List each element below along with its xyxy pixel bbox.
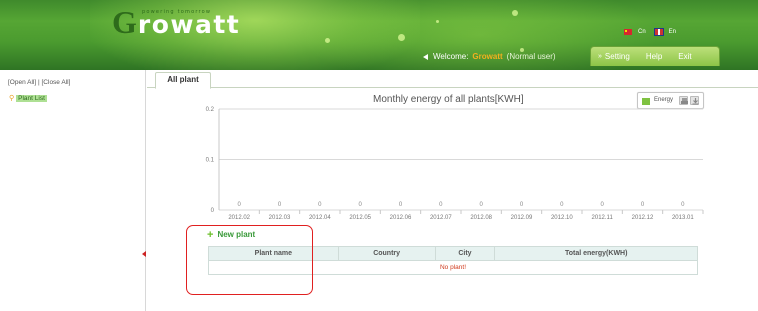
tree-controls: [Open All] | [Close All]	[8, 79, 70, 86]
data-label: 0	[681, 202, 685, 208]
column-total-energy[interactable]: Total energy(KWH)	[494, 246, 698, 261]
tab-all-plant[interactable]: All plant	[155, 72, 211, 89]
x-tick-label: 2012.09	[511, 215, 533, 221]
y-tick-label: 0.1	[206, 158, 215, 164]
setting-link[interactable]: Setting	[605, 52, 630, 61]
sparkle-dot	[398, 34, 405, 41]
china-flag-icon[interactable]	[624, 29, 632, 35]
data-label: 0	[641, 202, 645, 208]
data-label: 0	[358, 202, 362, 208]
data-label: 0	[237, 202, 241, 208]
welcome-label: Welcome:	[433, 52, 469, 61]
lang-en-label[interactable]: En	[669, 29, 676, 35]
sidebar: [Open All] | [Close All] ⚲ Plant List	[0, 70, 146, 311]
logo-tagline: powering tomorrow	[142, 9, 212, 15]
column-country[interactable]: Country	[337, 246, 436, 261]
x-tick-label: 2012.04	[309, 215, 331, 221]
data-label: 0	[600, 202, 604, 208]
exit-link[interactable]: Exit	[678, 52, 691, 61]
data-label: 0	[560, 202, 564, 208]
y-tick-label: 0.2	[206, 107, 215, 113]
open-all-link[interactable]: [Open All]	[8, 79, 36, 86]
sparkle-dot	[436, 20, 439, 23]
tree-node-icon: ⚲	[9, 95, 15, 102]
sparkle-dot	[512, 10, 518, 16]
y-tick-label: 0	[211, 208, 215, 214]
x-tick-label: 2012.11	[592, 215, 614, 221]
data-label: 0	[520, 202, 524, 208]
top-nav: » Setting Help Exit	[590, 46, 720, 66]
growatt-logo[interactable]: powering tomorrow Growatt	[112, 6, 240, 41]
language-switcher: Cn En	[624, 28, 679, 36]
column-city[interactable]: City	[434, 246, 496, 261]
data-label: 0	[439, 202, 443, 208]
header-banner: powering tomorrow Growatt Cn En Welcome:…	[0, 0, 758, 70]
x-tick-label: 2012.05	[349, 215, 371, 221]
speaker-icon	[423, 53, 428, 60]
welcome-bar: Welcome: Growatt (Normal user)	[423, 52, 556, 61]
chart-title: Monthly energy of all plants[KWH]	[373, 94, 524, 105]
x-tick-label: 2013.01	[672, 215, 694, 221]
x-tick-label: 2012.12	[632, 215, 654, 221]
x-tick-label: 2012.02	[228, 215, 250, 221]
lang-cn-label[interactable]: Cn	[638, 29, 646, 35]
uk-flag-icon[interactable]	[653, 28, 664, 36]
x-tick-label: 2012.06	[390, 215, 412, 221]
annotation-highlight-box	[186, 225, 313, 295]
sparkle-dot	[325, 38, 330, 43]
help-link[interactable]: Help	[646, 52, 662, 61]
x-tick-label: 2012.08	[470, 215, 492, 221]
energy-chart: 0 0.1 0.2 0 2012.02 0 2012.03 0 2012.04 0 2012.05 0…	[206, 107, 704, 221]
sidebar-item-plant-list[interactable]: ⚲ Plant List	[9, 94, 47, 102]
data-label: 0	[479, 202, 483, 208]
welcome-username: Growatt	[472, 52, 503, 61]
x-tick-label: 2012.10	[551, 215, 573, 221]
data-label: 0	[278, 202, 282, 208]
data-label: 0	[399, 202, 403, 208]
legend-swatch	[642, 98, 650, 105]
data-label: 0	[318, 202, 322, 208]
download-icon[interactable]	[690, 96, 699, 105]
x-tick-label: 2012.07	[430, 215, 452, 221]
collapse-sidebar-icon[interactable]	[142, 251, 146, 257]
tab-bar: All plant	[147, 70, 758, 89]
user-role: (Normal user)	[506, 52, 556, 61]
plant-list-label: Plant List	[16, 94, 47, 102]
close-all-link[interactable]: [Close All]	[42, 79, 71, 86]
legend-label[interactable]: Energy	[654, 97, 673, 103]
double-chevron-icon: »	[598, 53, 602, 60]
x-tick-label: 2012.03	[269, 215, 291, 221]
print-icon[interactable]	[679, 96, 688, 105]
